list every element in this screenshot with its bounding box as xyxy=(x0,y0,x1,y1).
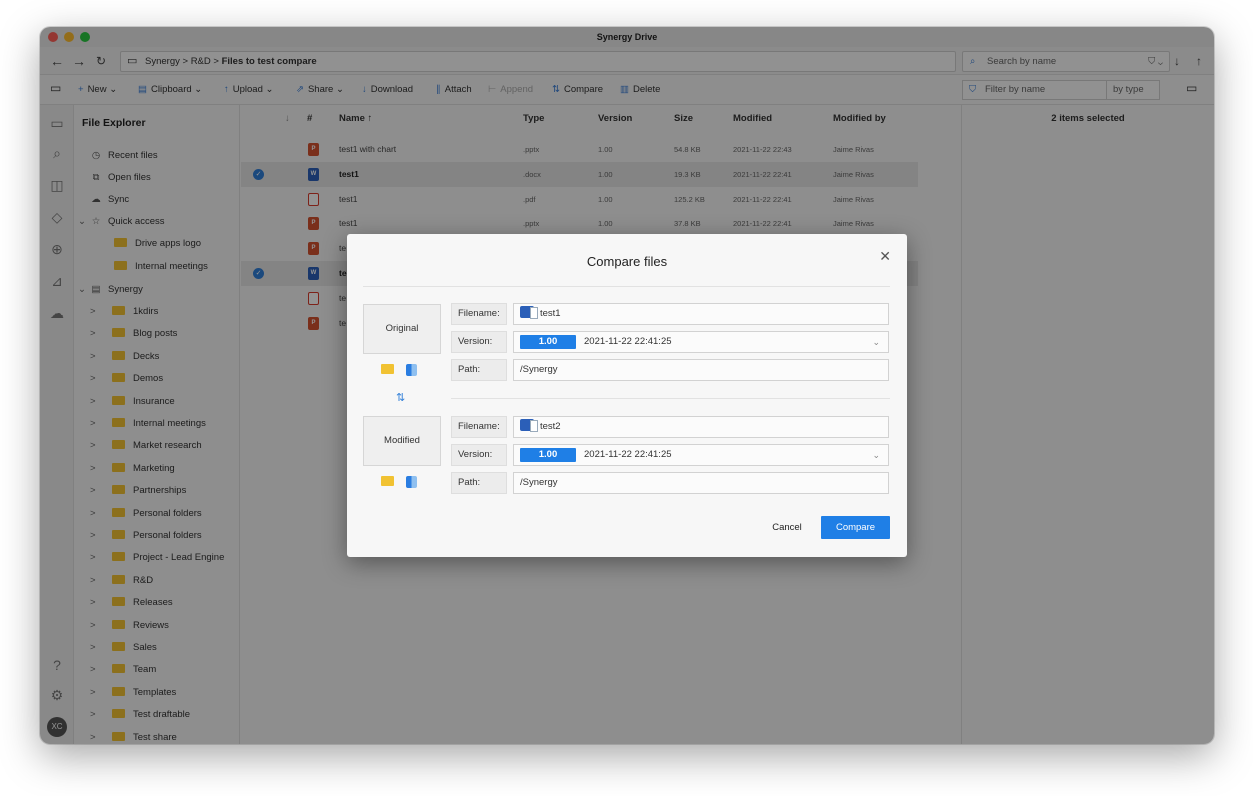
original-filename-value: test1 xyxy=(540,308,561,319)
divider xyxy=(451,398,890,399)
word-file-icon xyxy=(520,419,538,432)
compare-button[interactable]: Compare xyxy=(821,516,890,539)
original-filename-field[interactable]: test1 xyxy=(513,303,889,325)
version-badge: 1.00 xyxy=(520,335,576,349)
original-path-label: Path: xyxy=(451,359,507,381)
compare-files-dialog: Compare files ✕ Original ⇅ Filename: tes… xyxy=(347,234,907,557)
original-path-field[interactable]: /Synergy xyxy=(513,359,889,381)
version-badge: 1.00 xyxy=(520,448,576,462)
finder-icon[interactable] xyxy=(406,476,417,488)
browse-folder-icon[interactable] xyxy=(381,476,394,486)
chevron-down-icon: ⌄ xyxy=(872,450,880,460)
modified-box: Modified xyxy=(363,416,441,466)
modified-filename-field[interactable]: test2 xyxy=(513,416,889,438)
original-version-date: 2021-11-22 22:41:25 xyxy=(584,336,672,347)
modified-filename-value: test2 xyxy=(540,421,561,432)
swap-arrows-icon[interactable]: ⇅ xyxy=(396,391,405,404)
cancel-button[interactable]: Cancel xyxy=(761,517,813,539)
browse-folder-icon[interactable] xyxy=(381,364,394,374)
modified-version-label: Version: xyxy=(451,444,507,466)
dialog-title: Compare files xyxy=(586,254,668,269)
original-version-label: Version: xyxy=(451,331,507,353)
original-path-value: /Synergy xyxy=(520,364,558,375)
word-file-icon xyxy=(520,306,538,319)
modified-actions xyxy=(381,476,417,488)
original-box: Original xyxy=(363,304,441,354)
original-actions xyxy=(381,364,417,376)
modified-path-value: /Synergy xyxy=(520,477,558,488)
modified-filename-label: Filename: xyxy=(451,416,507,438)
divider xyxy=(363,286,890,287)
original-version-select[interactable]: 1.00 2021-11-22 22:41:25 ⌄ xyxy=(513,331,889,353)
chevron-down-icon: ⌄ xyxy=(872,337,880,347)
original-filename-label: Filename: xyxy=(451,303,507,325)
finder-icon[interactable] xyxy=(406,364,417,376)
modified-path-label: Path: xyxy=(451,472,507,494)
modified-version-date: 2021-11-22 22:41:25 xyxy=(584,449,672,460)
close-icon[interactable]: ✕ xyxy=(879,248,891,265)
app-window: Synergy Drive ← → ↻ ▭ Synergy > R&D > Fi… xyxy=(40,27,1214,744)
modified-version-select[interactable]: 1.00 2021-11-22 22:41:25 ⌄ xyxy=(513,444,889,466)
modified-path-field[interactable]: /Synergy xyxy=(513,472,889,494)
